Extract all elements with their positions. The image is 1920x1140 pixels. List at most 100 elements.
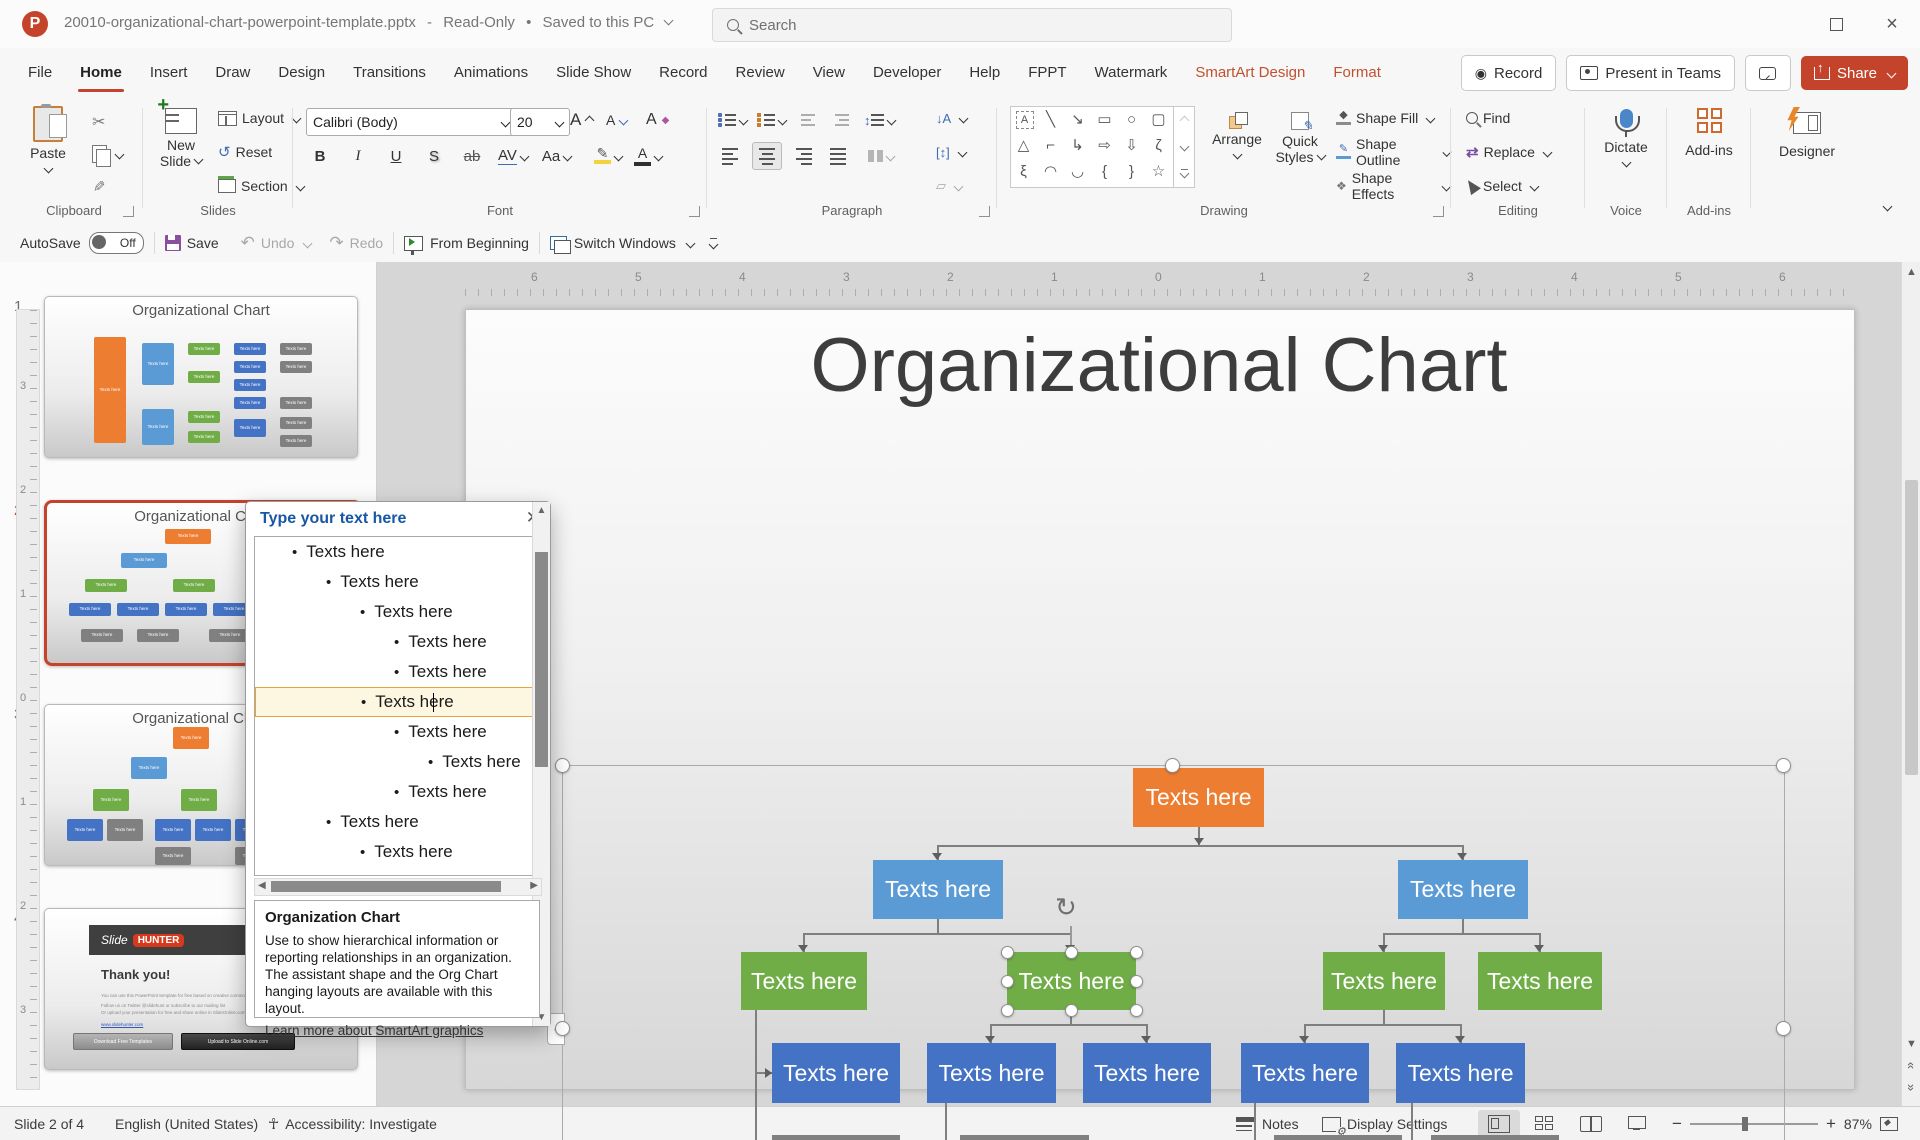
bullets-button[interactable] [718,108,747,132]
change-case-button[interactable]: Aa [542,144,571,168]
shape-curve-icon[interactable]: ◠ [1038,159,1063,183]
shape-textbox-icon[interactable]: A [1016,111,1034,129]
slide-1-thumbnail[interactable]: Organizational Chart Texts hereTexts her… [44,296,358,458]
redo-button[interactable]: ↷Redo [329,233,383,253]
node-resize-handle[interactable] [1130,975,1143,988]
save-button[interactable]: Save [165,235,219,251]
tab-view[interactable]: View [799,50,859,96]
tab-record[interactable]: Record [645,50,721,96]
shapes-gallery-scroll[interactable] [1174,106,1195,188]
node-resize-handle[interactable] [1130,946,1143,959]
frame-resize-handle[interactable] [1776,1021,1791,1036]
tab-review[interactable]: Review [722,50,799,96]
share-button[interactable]: Share [1801,56,1908,90]
node-resize-handle[interactable] [1001,975,1014,988]
cut-button[interactable]: ✂ [92,110,105,134]
node-resize-handle[interactable] [1130,1004,1143,1017]
font-size-select[interactable]: 20 [510,108,570,136]
pane-scroll-thumb[interactable] [535,552,548,767]
frame-resize-handle[interactable] [1776,758,1791,773]
text-pane-hscrollbar[interactable]: ◀ ▶ [254,878,542,896]
org-node-l2[interactable]: Texts here [1398,860,1528,919]
clear-formatting-button[interactable]: A◆ [646,108,669,132]
tab-home[interactable]: Home [66,50,136,96]
org-node-l5[interactable]: Texts here [1274,1135,1402,1140]
from-beginning-button[interactable]: From Beginning [404,235,529,251]
paste-button[interactable]: Paste [22,106,74,172]
character-spacing-button[interactable]: AV [498,144,528,168]
previous-slide-button[interactable]: « [1902,1058,1920,1073]
tab-draw[interactable]: Draw [201,50,264,96]
accessibility-status[interactable]: ☥Accessibility: Investigate [268,1107,437,1140]
text-pane-item-level-3[interactable]: •Texts here [255,597,541,627]
collapse-ribbon-button[interactable] [1880,194,1891,218]
zoom-percentage[interactable]: 87% [1844,1116,1872,1132]
node-resize-handle[interactable] [1065,1004,1078,1017]
justify-button[interactable] [826,144,850,168]
scroll-down-icon[interactable]: ▼ [1902,1038,1920,1050]
grow-font-button[interactable]: A [570,108,593,132]
text-pane-item-level-4[interactable]: •Texts here [255,777,541,807]
save-location[interactable]: Saved to this PC [543,14,655,31]
org-node-l3-selected[interactable]: Texts here [1007,952,1136,1010]
fit-slide-to-window-button[interactable] [1880,1117,1898,1131]
close-window-button[interactable]: × [1864,0,1920,48]
scroll-up-icon[interactable]: ▲ [1902,266,1920,278]
text-direction-button[interactable]: ↓A [936,106,967,130]
decrease-indent-button[interactable] [796,108,820,132]
tab-help[interactable]: Help [955,50,1014,96]
drawing-dialog-launcher[interactable] [1433,206,1444,217]
horizontal-ruler[interactable]: 6543210123456 [465,268,1853,298]
shape-arrowline-icon[interactable]: ↘ [1065,107,1090,131]
node-resize-handle[interactable] [1001,946,1014,959]
align-right-button[interactable] [792,144,816,168]
qat-overflow-button[interactable] [710,238,717,249]
shape-fill-button[interactable]: ◆Shape Fill [1336,106,1434,130]
text-pane-item-level-5[interactable]: •Texts here [255,747,541,777]
new-slide-button[interactable]: New Slide [152,108,210,170]
present-in-teams-button[interactable]: Present in Teams [1566,55,1735,91]
org-node-l4[interactable]: Texts here [772,1043,900,1103]
org-node-l3[interactable]: Texts here [741,952,867,1010]
select-button[interactable]: Select [1466,174,1538,198]
text-pane-item-level-4[interactable]: •Texts here [255,657,541,687]
shape-arrowd-icon[interactable]: ⇩ [1119,133,1144,157]
format-painter-button[interactable]: ✎ [92,174,105,198]
shape-rrect-icon[interactable]: ▢ [1146,107,1171,131]
tab-smartart-design[interactable]: SmartArt Design [1181,50,1319,96]
reset-button[interactable]: ↺Reset [218,140,272,164]
org-node-l4[interactable]: Texts here [1396,1043,1525,1103]
scrollbar-thumb[interactable] [1905,480,1918,775]
pane-hscroll-thumb[interactable] [271,881,501,892]
comments-button[interactable] [1745,55,1791,91]
addins-button[interactable]: Add-ins [1680,108,1738,159]
search-input[interactable]: Search [712,8,1232,42]
shape-outline-button[interactable]: ✎Shape Outline [1336,140,1450,164]
org-node-l3[interactable]: Texts here [1323,952,1445,1010]
frame-resize-handle[interactable] [1165,758,1180,773]
dictate-button[interactable]: Dictate [1596,106,1656,166]
tab-format[interactable]: Format [1319,50,1395,96]
shape-freeform-icon[interactable]: ζ [1146,133,1171,157]
tab-animations[interactable]: Animations [440,50,542,96]
tab-transitions[interactable]: Transitions [339,50,440,96]
font-color-button[interactable]: A [634,144,662,168]
org-node-l3[interactable]: Texts here [1478,952,1602,1010]
font-dialog-launcher[interactable] [689,206,700,217]
frame-resize-handle[interactable] [555,758,570,773]
strikethrough-button[interactable]: ab [460,144,484,168]
increase-indent-button[interactable] [830,108,854,132]
tab-developer[interactable]: Developer [859,50,955,96]
line-spacing-button[interactable]: ↕ [864,108,895,132]
next-slide-button[interactable]: » [1902,1080,1920,1095]
text-pane-item-level-2[interactable]: •Texts here [255,567,541,597]
tab-fppt[interactable]: FPPT [1014,50,1080,96]
italic-button[interactable]: I [346,144,370,168]
slide-counter[interactable]: Slide 2 of 4 [14,1107,84,1140]
learn-more-link[interactable]: Learn more about SmartArt graphics [265,1023,483,1038]
copy-button[interactable] [92,142,123,166]
org-node-l4[interactable]: Texts here [1241,1043,1369,1103]
text-pane-item-level-4[interactable]: •Texts here [255,717,541,747]
shape-star-icon[interactable]: ☆ [1146,159,1171,183]
clipboard-dialog-launcher[interactable] [123,206,134,217]
